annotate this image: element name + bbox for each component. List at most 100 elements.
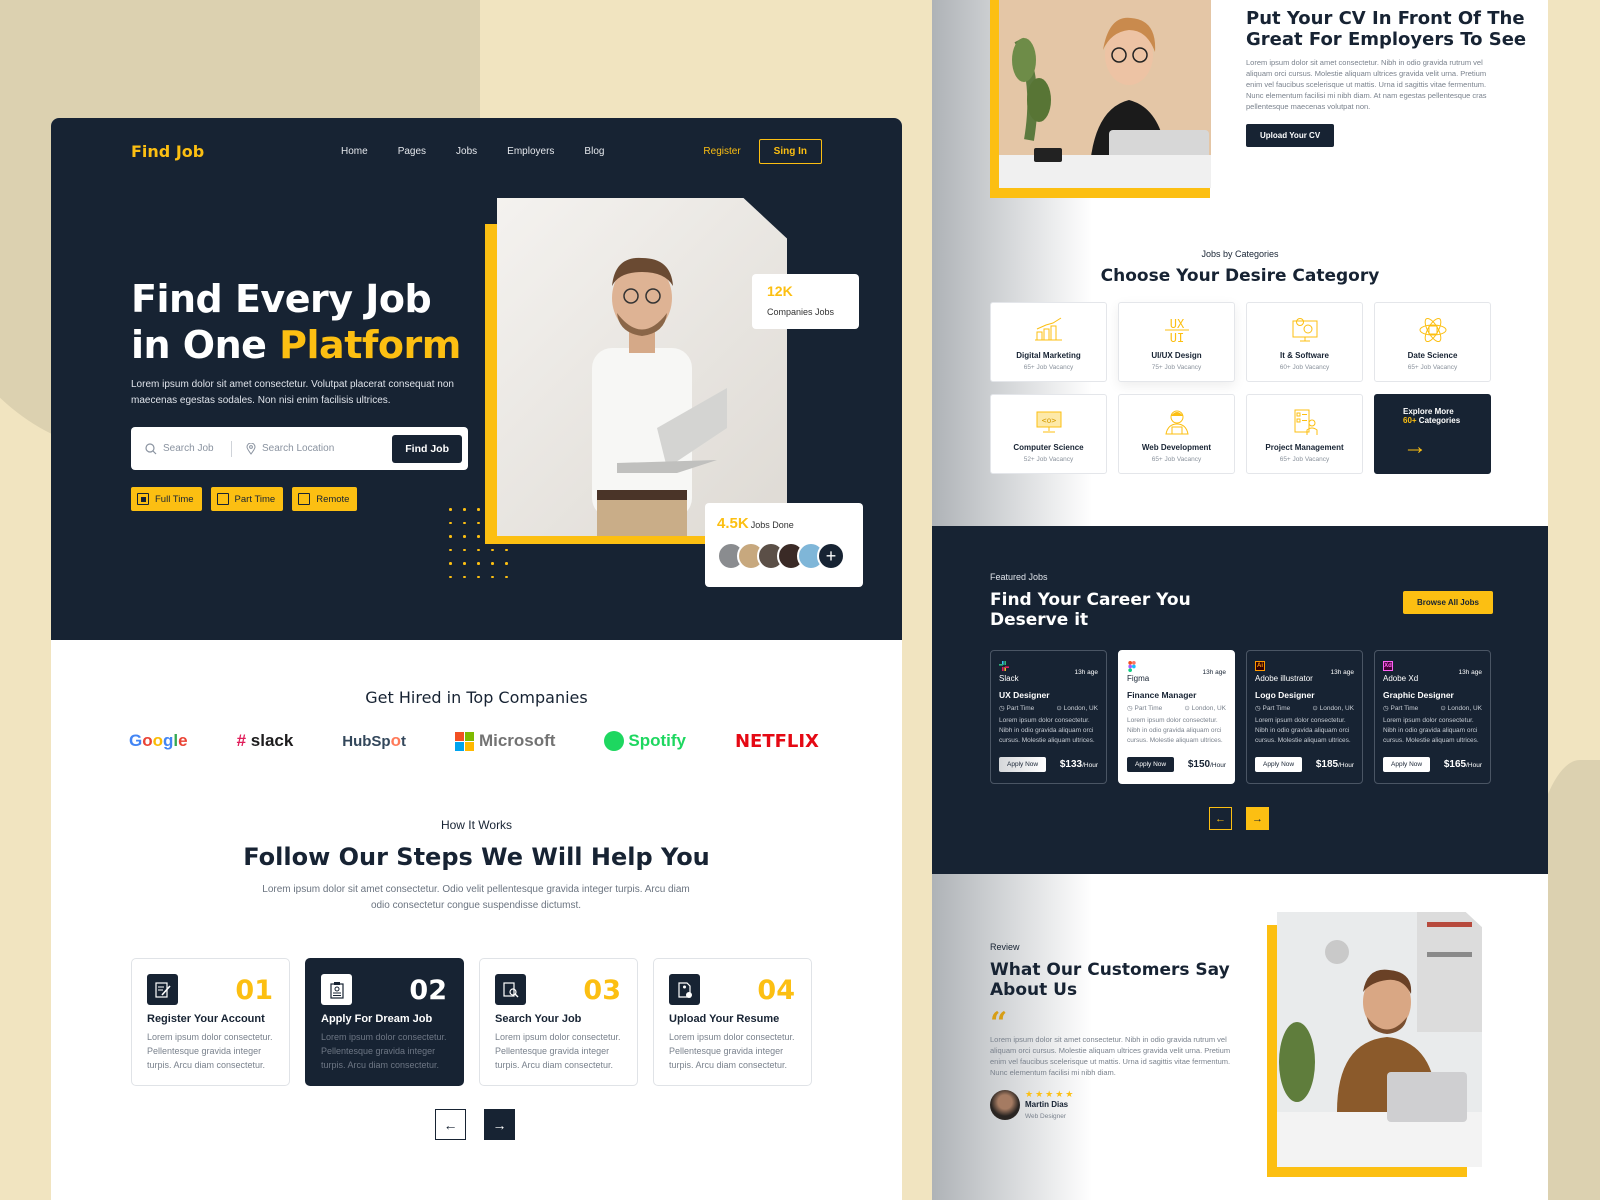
category-card[interactable]: It & Software 60+ Job Vacancy: [1246, 302, 1363, 382]
job-card[interactable]: Xd 13h age Adobe Xd Graphic Designer ◷ P…: [1374, 650, 1491, 784]
search-job-field[interactable]: Search Job: [145, 442, 231, 455]
steps-title: Follow Our Steps We Will Help You: [243, 843, 710, 871]
job-price: $133/Hour: [1059, 759, 1098, 770]
filter-full-time[interactable]: Full Time: [131, 487, 202, 511]
apply-now-button[interactable]: Apply Now: [1383, 757, 1431, 772]
reviewer-name: Martin Dias: [1025, 1100, 1069, 1109]
filter-part-time[interactable]: Part Time: [210, 487, 284, 511]
nav-pages[interactable]: Pages: [398, 146, 426, 157]
cv-description: Lorem ipsum dolor sit amet consectetur. …: [1246, 58, 1487, 111]
category-name: Web Development: [1141, 443, 1212, 452]
next-arrow-button[interactable]: →: [1246, 807, 1269, 830]
category-name: Computer Science: [1013, 443, 1084, 452]
category-card[interactable]: UX UI UI/UX Design 75+ Job Vacancy: [1118, 302, 1235, 382]
upload-resume-icon: [669, 974, 700, 1005]
add-icon[interactable]: +: [817, 542, 845, 570]
job-card[interactable]: 13h age Figma Finance Manager ◷ Part Tim…: [1118, 650, 1235, 784]
nav-blog[interactable]: Blog: [584, 146, 604, 157]
job-footer: Apply Now $165/Hour: [1383, 757, 1482, 772]
search-icon: [145, 442, 157, 454]
job-title: UX Designer: [999, 690, 1050, 700]
upload-cv-button[interactable]: Upload Your CV: [1246, 124, 1335, 147]
category-count: 65+ Job Vacancy: [1407, 364, 1458, 371]
category-card[interactable]: Digital Marketing 65+ Job Vacancy: [990, 302, 1107, 382]
nav-jobs[interactable]: Jobs: [456, 146, 477, 157]
nav-employers[interactable]: Employers: [507, 146, 554, 157]
job-footer: Apply Now $133/Hour: [999, 757, 1098, 772]
category-name: Project Management: [1265, 443, 1344, 452]
apply-now-button[interactable]: Apply Now: [1255, 757, 1303, 772]
step-card[interactable]: 01 Register Your Account Lorem ipsum dol…: [131, 958, 290, 1086]
nav-actions: Register Sing In: [703, 138, 822, 164]
prev-arrow-button[interactable]: ←: [1209, 807, 1232, 830]
step-card[interactable]: 04 Upload Your Resume Lorem ipsum dolor …: [653, 958, 812, 1086]
search-location-field[interactable]: Search Location: [246, 442, 392, 455]
stat-label: Jobs Done: [750, 520, 794, 530]
logo[interactable]: Find Job: [131, 142, 341, 161]
job-title: Graphic Designer: [1383, 690, 1454, 700]
category-card[interactable]: Web Development 65+ Job Vacancy: [1118, 394, 1235, 474]
category-count: 65+ Job Vacancy: [1151, 456, 1202, 463]
find-job-button[interactable]: Find Job: [392, 434, 462, 463]
job-meta: ◷ Part Time ⊙ London, UK: [1383, 704, 1482, 712]
step-title: Search Your Job: [495, 1013, 582, 1025]
cv-title-line2: Great For Employers To See: [1246, 29, 1527, 50]
prev-arrow-button[interactable]: ←: [435, 1109, 466, 1140]
explore-more-categories[interactable]: Explore More 60+ Categories →: [1374, 394, 1491, 474]
adobe-illustrator-icon: Ai: [1255, 661, 1265, 671]
posted-time: 13h age: [1458, 669, 1483, 676]
category-name: Digital Marketing: [1016, 351, 1081, 360]
adobe-xd-icon: Xd: [1383, 661, 1393, 671]
checkbox[interactable]: [216, 493, 229, 505]
atom-icon: [1375, 315, 1490, 345]
signin-button[interactable]: Sing In: [758, 138, 822, 164]
job-description: Lorem ipsum dolor consectetur. Nibh in o…: [1127, 717, 1223, 744]
category-name: Date Science: [1407, 351, 1458, 360]
job-card[interactable]: 13h age Slack UX Designer ◷ Part Time ⊙ L…: [990, 650, 1107, 784]
browse-all-jobs-button[interactable]: Browse All Jobs: [1403, 591, 1493, 614]
job-description: Lorem ipsum dolor consectetur. Nibh in o…: [1255, 717, 1351, 744]
edit-document-icon: [147, 974, 178, 1005]
reviewer-role: Web Designer: [1025, 1113, 1067, 1120]
apply-now-button[interactable]: Apply Now: [999, 757, 1047, 772]
review-title-line1: What Our Customers Say: [990, 960, 1230, 980]
nav-home[interactable]: Home: [341, 146, 368, 157]
checkbox[interactable]: [298, 493, 311, 505]
steps-list: 01 Register Your Account Lorem ipsum dol…: [131, 958, 812, 1086]
svg-text:<o>: <o>: [1041, 416, 1056, 425]
apply-now-button[interactable]: Apply Now: [1127, 757, 1175, 772]
svg-text:UX: UX: [1169, 317, 1184, 331]
netflix-logo: NETFLIX: [734, 730, 819, 752]
filter-label: Part Time: [234, 493, 276, 505]
category-count: 60+ Job Vacancy: [1279, 364, 1330, 371]
cv-title: Put Your CV In Front Of The Great For Em…: [1246, 8, 1526, 50]
register-link[interactable]: Register: [703, 146, 740, 157]
svg-text:UI: UI: [1169, 331, 1183, 344]
nav-links: Home Pages Jobs Employers Blog: [341, 146, 634, 157]
arrow-right-icon[interactable]: →: [1403, 433, 1490, 461]
job-meta: ◷ Part Time ⊙ London, UK: [999, 704, 1098, 712]
checkbox-checked[interactable]: [137, 493, 149, 505]
step-number: 01: [235, 975, 273, 1006]
step-description: Lorem ipsum dolor consectetur. Pellentes…: [669, 1032, 795, 1070]
featured-subtitle: Featured Jobs: [990, 572, 1048, 582]
job-card[interactable]: Ai 13h age Adobe illustrator Logo Design…: [1246, 650, 1363, 784]
categories-title: Choose Your Desire Category: [1100, 266, 1380, 286]
step-card[interactable]: 03 Search Your Job Lorem ipsum dolor con…: [479, 958, 638, 1086]
job-title: Finance Manager: [1127, 690, 1197, 700]
step-number: 04: [757, 975, 795, 1006]
category-card[interactable]: Project Management 65+ Job Vacancy: [1246, 394, 1363, 474]
hero-section: Find Job Home Pages Jobs Employers Blog …: [51, 118, 902, 640]
chart-icon: [991, 315, 1106, 345]
category-card[interactable]: Date Science 65+ Job Vacancy: [1374, 302, 1491, 382]
step-card[interactable]: 02 Apply For Dream Job Lorem ipsum dolor…: [305, 958, 464, 1086]
location-icon: ⊙ London, UK: [1440, 705, 1482, 712]
next-arrow-button[interactable]: →: [484, 1109, 515, 1140]
filter-remote[interactable]: Remote: [292, 487, 358, 511]
category-card[interactable]: <o> Computer Science 52+ Job Vacancy: [990, 394, 1107, 474]
location-pin-icon: [246, 442, 256, 455]
job-meta: ◷ Part Time ⊙ London, UK: [1255, 704, 1354, 712]
step-number: 02: [409, 975, 447, 1006]
filter-label: Remote: [316, 493, 350, 505]
hero-title-plain: in One: [131, 323, 280, 367]
